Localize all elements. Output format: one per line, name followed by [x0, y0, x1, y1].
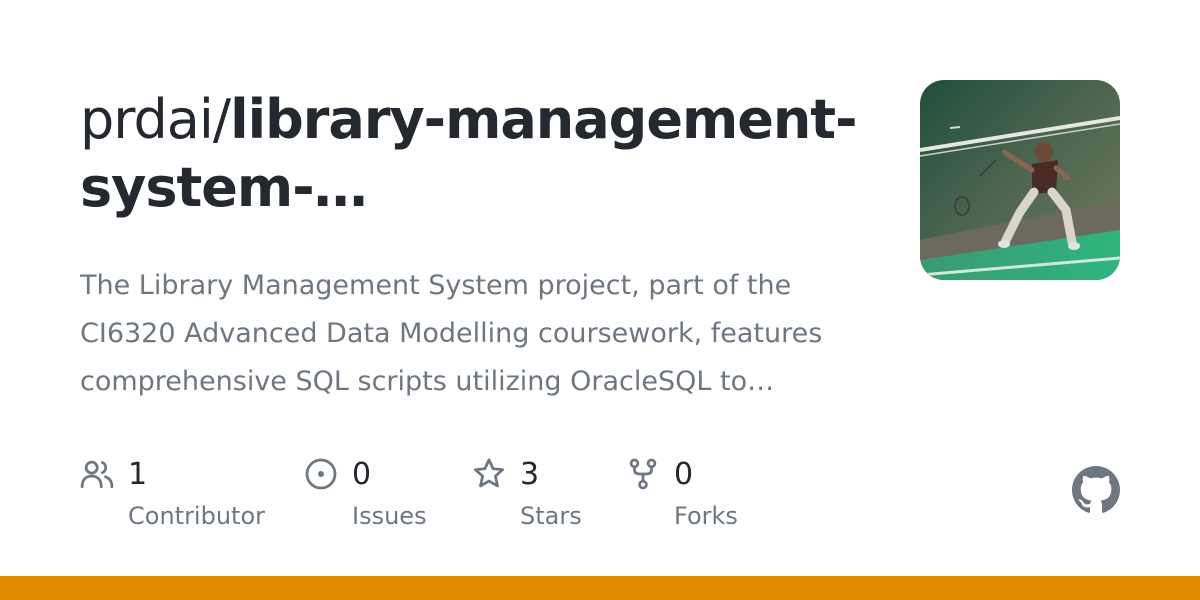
github-logo-icon [1072, 466, 1120, 513]
contributor-label: Contributor [128, 502, 266, 530]
stars-label: Stars [520, 502, 582, 530]
issue-icon [305, 458, 337, 490]
star-icon [474, 458, 504, 488]
people-icon [80, 460, 114, 489]
issues-count: 0 [352, 457, 372, 492]
forks-count: 0 [674, 457, 694, 492]
repo-title: prdai/library-management-system-… [80, 86, 880, 222]
issues-label: Issues [352, 502, 427, 530]
owner-avatar [920, 80, 1120, 280]
contributor-count: 1 [128, 457, 148, 492]
repo-owner: prdai/ [80, 88, 231, 151]
repo-social-card: prdai/library-management-system-… The Li… [0, 0, 1200, 600]
fork-icon [629, 458, 657, 490]
language-bar [0, 576, 1200, 600]
stars-count: 3 [520, 457, 540, 492]
forks-label: Forks [674, 502, 738, 530]
repo-description: The Library Management System project, p… [80, 270, 823, 397]
